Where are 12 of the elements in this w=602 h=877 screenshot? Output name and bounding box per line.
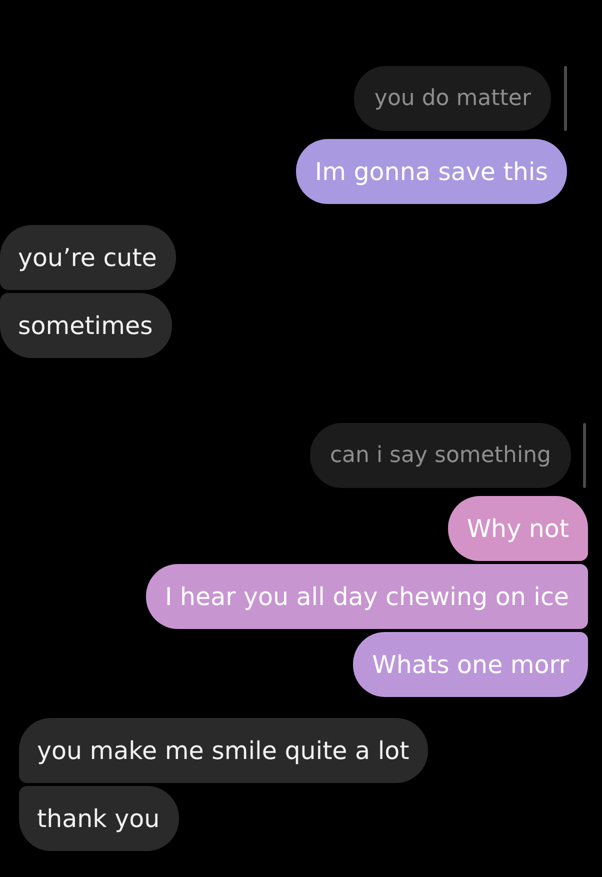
sent-message: Im gonna save this <box>296 139 567 204</box>
sent-message: I hear you all day chewing on ice <box>146 564 588 629</box>
quote-bar <box>583 423 586 488</box>
received-message: thank you <box>19 786 179 851</box>
received-message: sometimes <box>0 293 172 358</box>
received-message: you’re cute <box>0 225 176 290</box>
replied-message-quote: you do matter <box>354 66 551 131</box>
replied-message-quote: can i say something <box>310 423 571 488</box>
sent-message: Whats one morr <box>353 632 588 697</box>
sent-message: Why not <box>448 496 588 561</box>
received-message: you make me smile quite a lot <box>19 718 428 783</box>
quote-bar <box>564 66 567 131</box>
